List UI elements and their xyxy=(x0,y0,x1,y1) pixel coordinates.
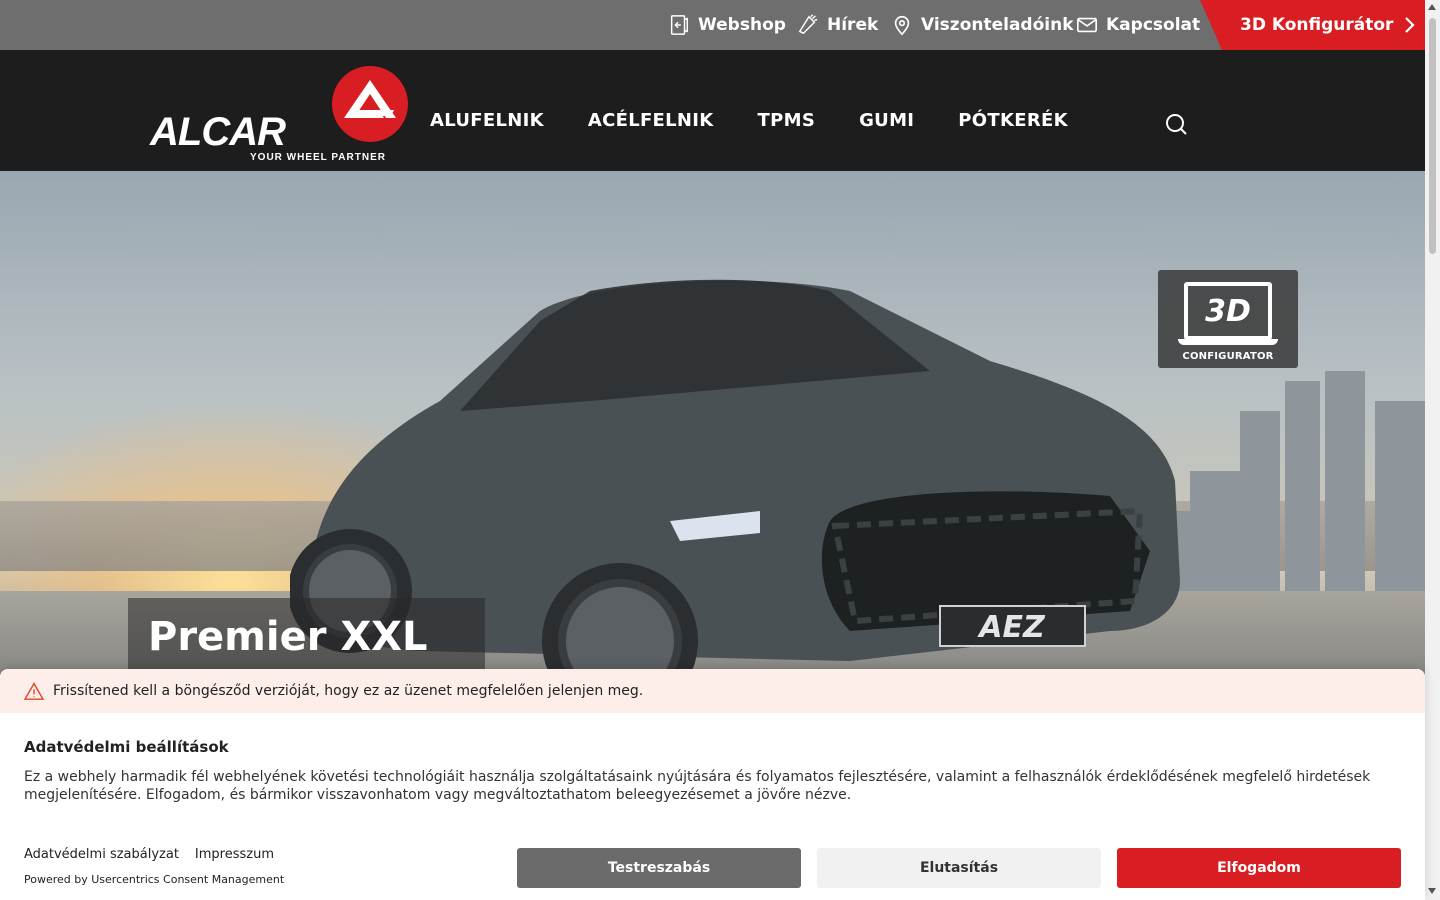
badge-caption: CONFIGURATOR xyxy=(1182,351,1274,362)
consent-powered-by: Powered by Usercentrics Consent Manageme… xyxy=(24,873,285,886)
mail-icon xyxy=(1077,17,1097,33)
topbar-link-label: Hírek xyxy=(827,15,879,35)
webshop-icon xyxy=(670,15,688,35)
page-scrollbar[interactable] xyxy=(1425,0,1440,900)
scrollbar-thumb[interactable] xyxy=(1429,18,1436,254)
imprint-link[interactable]: Impresszum xyxy=(195,847,274,862)
top-utility-bar: Webshop Hírek Viszonteladóink Kapcsolat … xyxy=(0,0,1425,50)
consent-title: Adatvédelmi beállítások xyxy=(24,738,229,756)
nav-item-gumi[interactable]: GUMI xyxy=(859,110,914,131)
warning-triangle-icon xyxy=(24,682,44,700)
deny-button[interactable]: Elutasítás xyxy=(817,848,1101,888)
browser-warning: Frissítened kell a böngésződ verzióját, … xyxy=(0,669,1425,713)
nav-item-acelfelnik[interactable]: ACÉLFELNIK xyxy=(588,110,714,131)
topbar-link-label: Webshop xyxy=(698,15,786,35)
main-navigation: ALCAR YOUR WHEEL PARTNER ALUFELNIK ACÉLF… xyxy=(0,50,1425,171)
chevron-right-icon xyxy=(1405,17,1415,33)
topbar-link-webshop[interactable]: Webshop xyxy=(668,0,786,50)
cta-label: 3D Konfigurátor xyxy=(1240,15,1394,35)
alcar-logo[interactable]: ALCAR YOUR WHEEL PARTNER xyxy=(148,58,410,166)
browser-warning-text: Frissítened kell a böngésződ verzióját, … xyxy=(53,683,644,699)
topbar-link-label: Viszonteladóink xyxy=(921,15,1074,35)
search-icon[interactable] xyxy=(1164,112,1188,136)
badge-screen-text: 3D xyxy=(1205,293,1251,329)
megaphone-icon xyxy=(798,14,818,35)
logo-wordmark: ALCAR xyxy=(149,110,286,154)
hero-city-skyline xyxy=(1150,371,1425,591)
topbar-link-resellers[interactable]: Viszonteladóink xyxy=(891,0,1074,50)
hero-title-box: Premier XXL xyxy=(128,598,485,678)
laptop-screen-icon: 3D xyxy=(1184,282,1272,340)
3d-configurator-badge[interactable]: 3D CONFIGURATOR xyxy=(1158,270,1298,368)
accept-button[interactable]: Elfogadom xyxy=(1117,848,1401,888)
nav-item-potkerek[interactable]: PÓTKERÉK xyxy=(958,110,1068,131)
customize-button[interactable]: Testreszabás xyxy=(517,848,801,888)
primary-nav-list: ALUFELNIK ACÉLFELNIK TPMS GUMI PÓTKERÉK xyxy=(430,110,1068,131)
scroll-down-arrow-icon[interactable] xyxy=(1428,888,1436,894)
logo-tagline: YOUR WHEEL PARTNER xyxy=(250,152,386,163)
cookie-consent-banner: Frissítened kell a böngésződ verzióját, … xyxy=(0,669,1425,900)
privacy-policy-link[interactable]: Adatvédelmi szabályzat xyxy=(24,847,179,862)
scroll-up-arrow-icon[interactable] xyxy=(1428,4,1436,10)
3d-configurator-cta[interactable]: 3D Konfigurátor xyxy=(1200,0,1425,50)
hero-title: Premier XXL xyxy=(148,614,428,660)
nav-item-tpms[interactable]: TPMS xyxy=(758,110,816,131)
topbar-link-label: Kapcsolat xyxy=(1106,15,1201,35)
location-pin-icon xyxy=(894,15,910,36)
nav-item-alufelnik[interactable]: ALUFELNIK xyxy=(430,110,544,131)
topbar-link-contact[interactable]: Kapcsolat xyxy=(1076,0,1200,50)
topbar-link-news[interactable]: Hírek xyxy=(797,0,878,50)
consent-body-text: Ez a webhely harmadik fél webhelyének kö… xyxy=(24,769,1371,803)
hero-plate-text: AEZ xyxy=(977,610,1046,645)
consent-links: Adatvédelmi szabályzat Impresszum xyxy=(24,847,274,862)
